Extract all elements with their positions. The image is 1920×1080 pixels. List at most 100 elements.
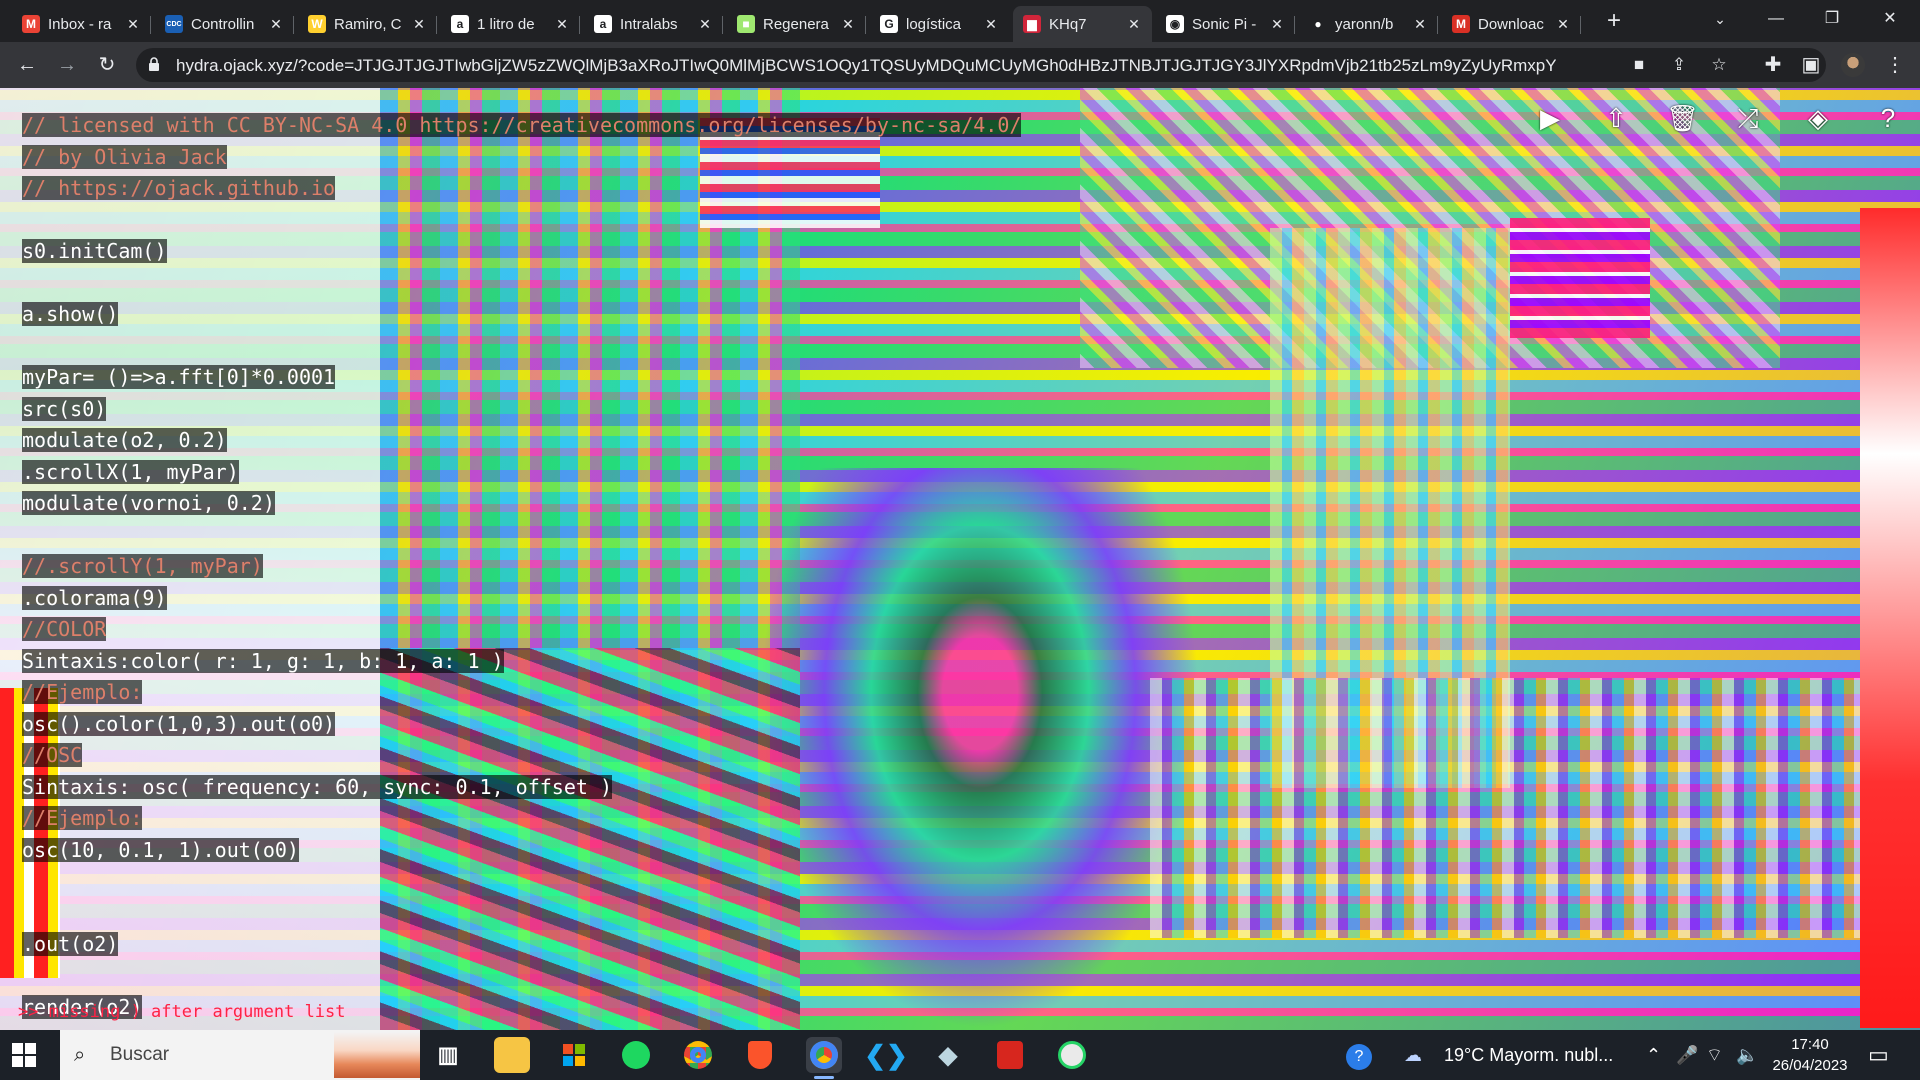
- browser-tab[interactable]: Glogística ✕: [870, 6, 1009, 42]
- help-question-icon[interactable]: ?: [1872, 102, 1904, 134]
- tab-close-icon[interactable]: ✕: [1269, 16, 1285, 32]
- code-line[interactable]: Sintaxis: osc( frequency: 60, sync: 0.1,…: [22, 772, 1021, 804]
- spotify-icon[interactable]: [618, 1037, 654, 1073]
- windows-start-button[interactable]: [12, 1043, 36, 1067]
- browser-tab[interactable]: ▆ KHq7 ✕: [1013, 6, 1152, 42]
- code-line[interactable]: [22, 520, 1021, 552]
- restore-button[interactable]: ❐: [1804, 0, 1860, 38]
- camera-icon[interactable]: ■: [1626, 53, 1652, 77]
- url-text[interactable]: hydra.ojack.xyz/?code=JTJGJTJGJTIwbGljZW…: [176, 56, 1556, 76]
- wifi-icon[interactable]: ⌔: [1706, 1030, 1723, 1080]
- trash-clear-icon[interactable]: 🗑: [1666, 102, 1699, 134]
- code-line[interactable]: .scrollX(1, myPar): [22, 457, 1021, 489]
- tab-close-icon[interactable]: ✕: [411, 16, 427, 32]
- upload-share-icon[interactable]: ⇧: [1600, 102, 1632, 134]
- tab-close-icon[interactable]: ✕: [983, 16, 999, 32]
- minimize-button[interactable]: —: [1748, 0, 1804, 38]
- code-line[interactable]: osc(10, 0.1, 1).out(o0): [22, 835, 1021, 867]
- browser-tab[interactable]: M Downloac ✕: [1442, 6, 1581, 42]
- side-panel-icon[interactable]: ▣: [1796, 50, 1826, 80]
- run-play-icon[interactable]: ▶: [1534, 102, 1566, 134]
- code-line[interactable]: // https://ojack.github.io: [22, 173, 1021, 205]
- system-clock[interactable]: 17:40 26/04/2023: [1750, 1034, 1870, 1076]
- browser-tab[interactable]: CDC Controllin ✕: [155, 6, 294, 42]
- code-line[interactable]: // by Olivia Jack: [22, 142, 1021, 174]
- code-line[interactable]: // licensed with CC BY-NC-SA 4.0 https:/…: [22, 110, 1022, 142]
- file-explorer-icon[interactable]: [494, 1037, 530, 1073]
- code-line[interactable]: //Ejemplo:: [22, 803, 1021, 835]
- code-line[interactable]: [22, 268, 1021, 300]
- code-line[interactable]: osc().color(1,0,3).out(o0): [22, 709, 1021, 741]
- browser-tab[interactable]: ◉ Sonic Pi - ✕: [1156, 6, 1295, 42]
- notifications-icon[interactable]: ▭: [1868, 1030, 1889, 1080]
- tab-close-icon[interactable]: ✕: [697, 16, 713, 32]
- profile-avatar[interactable]: [1838, 50, 1868, 80]
- address-bar[interactable]: hydra.ojack.xyz/?code=JTJGJTJGJTIwbGljZW…: [136, 48, 1826, 82]
- whatsapp-icon[interactable]: [1054, 1037, 1090, 1073]
- lock-icon: [149, 57, 159, 71]
- reload-icon[interactable]: ↻: [92, 50, 122, 80]
- chrome-active-icon[interactable]: [806, 1037, 842, 1079]
- paint-bucket-icon[interactable]: ◈: [1802, 102, 1834, 134]
- tab-close-icon[interactable]: ✕: [840, 16, 856, 32]
- acrobat-icon[interactable]: [992, 1037, 1028, 1073]
- tab-close-icon[interactable]: ✕: [268, 16, 284, 32]
- code-line[interactable]: //.scrollY(1, myPar): [22, 551, 1021, 583]
- code-line[interactable]: [22, 961, 1021, 993]
- chevron-up-icon[interactable]: ⌃: [1646, 1030, 1661, 1080]
- code-line[interactable]: .out(o2): [22, 929, 1021, 961]
- tab-close-icon[interactable]: ✕: [1555, 16, 1571, 32]
- back-arrow-icon[interactable]: ←: [12, 50, 42, 80]
- code-line[interactable]: //Ejemplo:: [22, 677, 1021, 709]
- code-line[interactable]: s0.initCam(): [22, 236, 1021, 268]
- browser-tab[interactable]: a 1 litro de ✕: [441, 6, 580, 42]
- code-line[interactable]: myPar= ()=>a.fft[0]*0.0001: [22, 362, 1021, 394]
- browser-menu-icon[interactable]: ⋮: [1880, 50, 1910, 80]
- code-line[interactable]: //OSC: [22, 740, 1021, 772]
- browser-tab[interactable]: W Ramiro, C ✕: [298, 6, 437, 42]
- microphone-icon[interactable]: 🎤: [1676, 1030, 1698, 1080]
- weather-text[interactable]: 19°C Mayorm. nubl...: [1444, 1030, 1613, 1080]
- browser-tab-strip: M Inbox - ra ✕ CDC Controllin ✕ W Ramiro, C ✕ a 1 …: [0, 0, 1920, 42]
- tab-close-icon[interactable]: ✕: [1412, 16, 1428, 32]
- shuffle-random-icon[interactable]: ⤮: [1732, 102, 1764, 134]
- task-view-icon[interactable]: ▥: [430, 1037, 466, 1073]
- vscode-icon[interactable]: ❮❯: [864, 1037, 908, 1073]
- brave-icon[interactable]: [742, 1037, 778, 1073]
- tab-close-icon[interactable]: ✕: [1126, 16, 1142, 32]
- microsoft-store-icon[interactable]: [556, 1037, 592, 1073]
- code-line[interactable]: .colorama(9): [22, 583, 1021, 615]
- code-line[interactable]: Sintaxis:color( r: 1, g: 1, b: 1, a: 1 ): [22, 646, 1021, 678]
- code-line[interactable]: a.show(): [22, 299, 1021, 331]
- taskbar-search-box[interactable]: ⌕ Buscar: [60, 1030, 420, 1080]
- extensions-puzzle-icon[interactable]: ✚: [1758, 50, 1788, 80]
- close-window-button[interactable]: ✕: [1862, 0, 1918, 38]
- hydra-code-editor[interactable]: // licensed with CC BY-NC-SA 4.0 https:/…: [22, 110, 1022, 1024]
- code-line[interactable]: modulate(vornoi, 0.2): [22, 488, 1021, 520]
- browser-tab[interactable]: ● yaronn/b ✕: [1299, 6, 1438, 42]
- code-line[interactable]: //COLOR: [22, 614, 1021, 646]
- share-icon[interactable]: ⇪: [1666, 53, 1692, 77]
- browser-tab[interactable]: M Inbox - ra ✕: [12, 6, 151, 42]
- browser-tab[interactable]: ■ Regenera ✕: [727, 6, 866, 42]
- notes-app-icon[interactable]: ◆: [930, 1037, 966, 1073]
- code-line[interactable]: [22, 898, 1021, 930]
- new-tab-button[interactable]: +: [1600, 8, 1628, 36]
- tab-separator: [722, 16, 723, 34]
- code-line[interactable]: [22, 866, 1021, 898]
- hydra-visual-canvas[interactable]: ▶ ⇧ 🗑 ⤮ ◈ ? // licensed with CC BY-NC-SA…: [0, 88, 1920, 1030]
- tab-close-icon[interactable]: ✕: [125, 16, 141, 32]
- tab-search-chevron-icon[interactable]: ⌄: [1692, 0, 1748, 38]
- help-tray-icon[interactable]: ?: [1346, 1030, 1372, 1080]
- forward-arrow-icon[interactable]: →: [52, 50, 82, 80]
- chrome-icon[interactable]: [680, 1037, 716, 1073]
- tab-close-icon[interactable]: ✕: [554, 16, 570, 32]
- code-line[interactable]: [22, 331, 1021, 363]
- code-line[interactable]: modulate(o2, 0.2): [22, 425, 1021, 457]
- code-line[interactable]: [22, 205, 1021, 237]
- browser-tab[interactable]: a Intralabs ✕: [584, 6, 723, 42]
- bookmark-star-icon[interactable]: ☆: [1706, 53, 1732, 77]
- code-line[interactable]: src(s0): [22, 394, 1021, 426]
- tab-separator: [293, 16, 294, 34]
- search-highlight-image[interactable]: [334, 1032, 420, 1078]
